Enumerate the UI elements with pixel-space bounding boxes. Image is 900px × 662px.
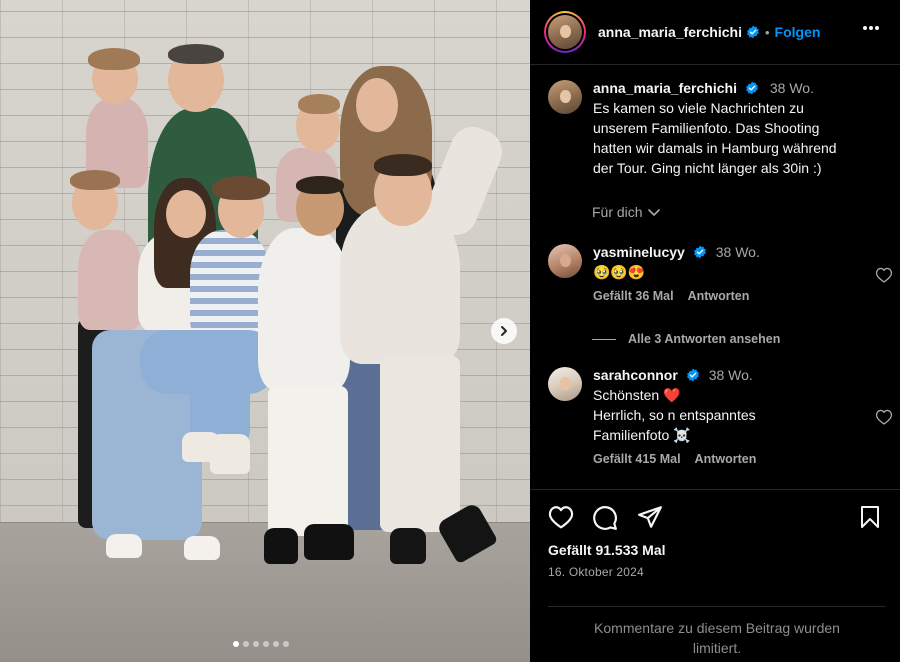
comment-text: 🥹🥹😍 xyxy=(593,264,646,280)
comments-limited-notice: Kommentare zu diesem Beitrag wurden limi… xyxy=(548,618,886,658)
author-avatar-ring[interactable] xyxy=(544,11,586,53)
comment-time[interactable]: 38 Wo. xyxy=(709,367,753,383)
comment-text: Schönsten ❤️ Herrlich, so n entspanntes … xyxy=(593,385,756,445)
chevron-down-icon xyxy=(647,209,660,216)
verified-badge-icon xyxy=(747,25,759,39)
figure-toddler-1-hair xyxy=(88,48,140,70)
caption-time[interactable]: 38 Wo. xyxy=(770,80,814,96)
comment-username[interactable]: sarahconnor xyxy=(593,367,678,383)
figure-girl-1-shoe-right xyxy=(184,536,220,560)
carousel-dot xyxy=(243,641,249,647)
caption-avatar[interactable] xyxy=(548,80,582,114)
chevron-right-icon xyxy=(501,326,507,336)
figure-girl-1-shoe-left xyxy=(106,534,142,558)
carousel-dot xyxy=(283,641,289,647)
carousel-dot xyxy=(253,641,259,647)
caption-username[interactable]: anna_maria_ferchichi xyxy=(593,80,737,96)
post-date: 16. Oktober 2024 xyxy=(548,565,644,579)
figure-toddler-3 xyxy=(78,230,142,330)
author-username[interactable]: anna_maria_ferchichi xyxy=(598,24,742,40)
verified-badge-icon xyxy=(687,368,700,382)
figure-father-hair xyxy=(168,44,224,64)
comment-likes[interactable]: Gefällt 36 Mal xyxy=(593,289,674,303)
more-horizontal-icon[interactable] xyxy=(862,25,880,31)
figure-boy-1-hair xyxy=(296,176,344,194)
comments-limited-line: Kommentare zu diesem Beitrag wurden xyxy=(594,620,840,636)
like-count[interactable]: Gefällt 91.533 Mal xyxy=(548,542,666,558)
post-photo[interactable] xyxy=(0,0,530,662)
caption-text: Es kamen so viele Nachrichten zu unserem… xyxy=(593,98,837,178)
figure-boy-1-legs xyxy=(268,386,348,536)
post-caption: anna_maria_ferchichi 38 Wo. Es kamen so … xyxy=(548,80,888,178)
header-separator: • xyxy=(764,24,770,40)
replies-divider xyxy=(592,338,616,340)
figure-girl-2-shoe-right xyxy=(210,434,250,474)
carousel-dot xyxy=(263,641,269,647)
comment-time[interactable]: 38 Wo. xyxy=(716,244,760,260)
comment-line: Familienfoto ☠️ xyxy=(593,427,691,443)
figure-boy-1-shoe-right xyxy=(304,524,354,560)
comment-avatar[interactable] xyxy=(548,244,582,278)
figure-boy-2-shoe-left xyxy=(390,528,426,564)
comment-item: yasminelucyy 38 Wo. 🥹🥹😍 Gefällt 36 Mal A… xyxy=(548,244,893,303)
carousel-indicator xyxy=(233,641,289,647)
reply-button[interactable]: Antworten xyxy=(688,289,750,303)
comment-likes[interactable]: Gefällt 415 Mal xyxy=(593,452,681,466)
caption-line: hatten wir damals in Hamburg während xyxy=(593,140,837,156)
reply-button[interactable]: Antworten xyxy=(695,452,757,466)
comment-item: sarahconnor 38 Wo. Schönsten ❤️ Herrlich… xyxy=(548,367,893,466)
action-bar-divider xyxy=(530,489,900,490)
figure-toddler-2-hair xyxy=(298,94,340,114)
like-heart-icon[interactable] xyxy=(548,505,574,529)
comment-username[interactable]: yasminelucyy xyxy=(593,244,685,260)
view-replies-label: Alle 3 Antworten ansehen xyxy=(628,332,781,346)
comment-bubble-icon[interactable] xyxy=(592,505,618,531)
figure-boy-1 xyxy=(258,228,350,390)
for-you-dropdown[interactable]: Für dich xyxy=(592,204,661,220)
heart-icon[interactable] xyxy=(875,267,893,283)
heart-icon[interactable] xyxy=(875,409,893,425)
caption-line: der Tour. Ging nicht länger als 30in :) xyxy=(593,160,822,176)
view-replies-button[interactable]: Alle 3 Antworten ansehen xyxy=(592,332,780,346)
comment-avatar[interactable] xyxy=(548,367,582,401)
figure-girl-2-hair xyxy=(212,176,270,200)
carousel-next-button[interactable] xyxy=(491,318,517,344)
bookmark-icon[interactable] xyxy=(859,505,881,529)
figure-toddler-3-hair xyxy=(70,170,120,190)
carousel-dot xyxy=(233,641,239,647)
caption-line: unserem Familienfoto. Das Shooting xyxy=(593,120,820,136)
verified-badge-icon xyxy=(694,245,707,259)
figure-mother-face xyxy=(356,78,398,132)
verified-badge-icon xyxy=(746,81,759,95)
figure-girl-1-face xyxy=(166,190,206,238)
follow-button[interactable]: Folgen xyxy=(775,24,821,40)
comments-limited-line: limitiert. xyxy=(692,640,742,656)
figure-girl-2-shins xyxy=(190,360,250,440)
share-send-icon[interactable] xyxy=(637,505,663,529)
comment-line: Schönsten ❤️ xyxy=(593,387,681,403)
comments-limited-divider xyxy=(548,606,886,607)
post-sidebar: anna_maria_ferchichi • Folgen anna_maria… xyxy=(530,0,900,662)
author-avatar xyxy=(548,15,582,49)
figure-boy-1-shoe-left xyxy=(264,528,298,564)
carousel-dot xyxy=(273,641,279,647)
figure-boy-2-legs xyxy=(380,356,460,532)
caption-line: Es kamen so viele Nachrichten zu xyxy=(593,100,804,116)
post-header: anna_maria_ferchichi • Folgen xyxy=(530,0,900,65)
for-you-label: Für dich xyxy=(592,204,643,220)
figure-boy-2-hair xyxy=(374,154,432,176)
comment-line: Herrlich, so n entspanntes xyxy=(593,407,756,423)
